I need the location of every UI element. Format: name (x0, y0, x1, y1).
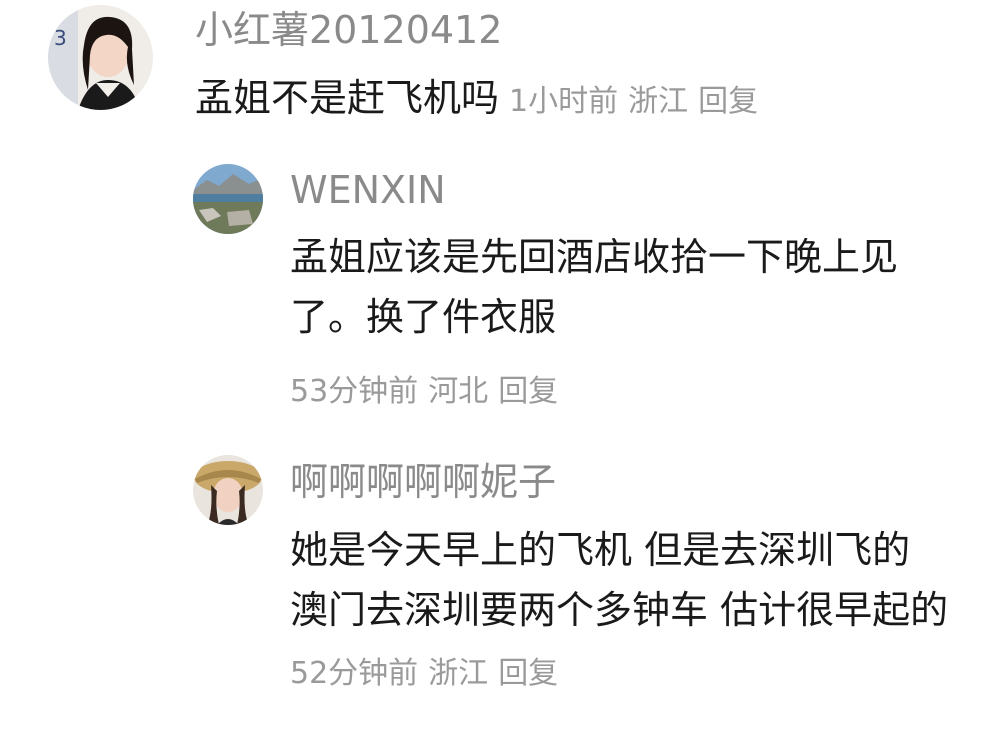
avatar[interactable] (193, 455, 263, 525)
avatar[interactable] (193, 164, 263, 234)
reply-button[interactable]: 回复 (498, 374, 558, 409)
comment-text-block: 她是今天早上的飞机 但是去深圳飞的 澳门去深圳要两个多钟车 估计很早起的 52分钟… (290, 520, 960, 704)
comment-item-3: 啊啊啊啊啊妮子 她是今天早上的飞机 但是去深圳飞的 澳门去深圳要两个多钟车 估计… (0, 440, 1001, 740)
comment-time: 52分钟前 (290, 656, 419, 691)
comment-time: 53分钟前 (290, 374, 419, 409)
comment-text: 孟姐应该是先回酒店收拾一下晚上见了。换了件衣服 (290, 235, 899, 339)
comment-text-line: 孟姐不是赶飞机吗 1小时前 浙江 回复 (195, 68, 975, 132)
reply-button[interactable]: 回复 (498, 656, 558, 691)
comment-item-1: 3 小红薯20120412 孟姐不是赶飞机吗 1小时前 浙江 回复 (0, 0, 1001, 130)
comment-location: 浙江 (428, 656, 489, 691)
comment-location: 河北 (428, 374, 489, 409)
comment-username[interactable]: WENXIN (290, 170, 446, 210)
comment-location: 浙江 (628, 84, 689, 119)
comment-time: 1小时前 (509, 84, 619, 119)
reply-button[interactable]: 回复 (698, 84, 758, 119)
avatar[interactable]: 3 (48, 5, 153, 110)
comment-meta: 53分钟前 河北 回复 (290, 372, 558, 412)
comment-text: 孟姐不是赶飞机吗 (195, 76, 500, 120)
comment-username[interactable]: 啊啊啊啊啊妮子 (290, 462, 556, 502)
comment-username[interactable]: 小红薯20120412 (195, 10, 502, 50)
comment-text: 她是今天早上的飞机 但是去深圳飞的 澳门去深圳要两个多钟车 估计很早起的 (290, 528, 949, 632)
svg-text:3: 3 (54, 26, 67, 50)
comment-item-2: WENXIN 孟姐应该是先回酒店收拾一下晚上见了。换了件衣服 53分钟前 河北 回复 (0, 150, 1001, 430)
